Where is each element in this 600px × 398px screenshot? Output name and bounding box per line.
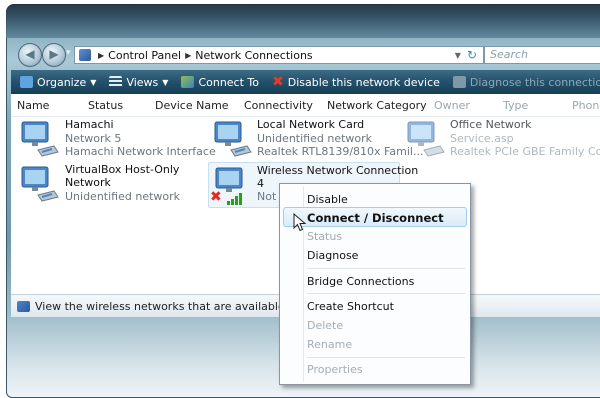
refresh-icon[interactable]: ↻ bbox=[467, 48, 477, 62]
mouse-cursor-icon bbox=[293, 213, 307, 232]
views-icon bbox=[109, 76, 123, 88]
organize-icon bbox=[20, 76, 33, 88]
menu-item-properties[interactable]: Properties bbox=[307, 363, 363, 376]
column-name[interactable]: Name bbox=[17, 99, 49, 112]
connect-to-label: Connect To bbox=[198, 75, 259, 89]
back-button[interactable]: ◀ bbox=[18, 43, 42, 67]
connection-network: Unidentified network bbox=[257, 132, 373, 145]
window-title-area bbox=[6, 4, 600, 38]
column-phone[interactable]: Phone bbox=[572, 99, 600, 112]
connection-title: Office Network bbox=[450, 118, 532, 131]
connection-item-local-network-card[interactable]: Local Network Card Unidentified network … bbox=[211, 118, 423, 164]
connection-title-line2: 4 bbox=[257, 177, 264, 190]
arrow-left-icon: ◀ bbox=[25, 47, 35, 61]
connection-device: Realtek RTL8139/810x Famil... bbox=[257, 145, 424, 158]
search-placeholder: Search bbox=[490, 48, 529, 61]
network-adapter-icon bbox=[214, 121, 252, 157]
column-status[interactable]: Status bbox=[88, 99, 123, 112]
connection-title: VirtualBox Host-Only bbox=[65, 163, 180, 176]
connection-status: Not bbox=[257, 190, 277, 203]
connection-network: Network 5 bbox=[65, 132, 122, 145]
menu-item-connect-disconnect[interactable]: Connect / Disconnect bbox=[307, 211, 444, 225]
connection-network: Service.asp bbox=[450, 132, 514, 145]
views-label: Views bbox=[126, 75, 159, 89]
breadcrumb-network-connections[interactable]: Network Connections bbox=[195, 49, 312, 62]
column-device-name[interactable]: Device Name bbox=[155, 99, 229, 112]
menu-separator bbox=[307, 268, 465, 269]
connection-item-virtualbox[interactable]: VirtualBox Host-Only Network Unidentifie… bbox=[18, 163, 198, 209]
views-button[interactable]: Views ▼ bbox=[109, 76, 168, 89]
menu-item-disable[interactable]: Disable bbox=[307, 193, 348, 206]
menu-separator bbox=[307, 293, 465, 294]
organize-label: Organize bbox=[37, 75, 87, 89]
network-adapter-icon bbox=[407, 121, 445, 157]
network-adapter-icon bbox=[21, 121, 59, 157]
disable-device-label: Disable this network device bbox=[287, 75, 440, 89]
connection-device: Realtek PCIe GBE Family Co... bbox=[450, 145, 600, 158]
network-adapter-icon bbox=[21, 166, 59, 202]
chevron-down-icon: ▼ bbox=[162, 77, 169, 87]
column-headers: Name Status Device Name Connectivity Net… bbox=[11, 98, 600, 117]
menu-item-status[interactable]: Status bbox=[307, 230, 342, 243]
connection-item-office-network[interactable]: Office Network Service.asp Realtek PCIe … bbox=[404, 118, 600, 164]
organize-button[interactable]: Organize ▼ bbox=[20, 76, 96, 89]
menu-separator bbox=[307, 357, 465, 358]
chevron-right-icon: ▶ bbox=[98, 50, 105, 60]
signal-bars-icon bbox=[227, 193, 242, 205]
diagnose-icon bbox=[452, 76, 466, 88]
recent-pages-dropdown[interactable]: ▾ bbox=[66, 48, 71, 58]
address-dropdown-icon[interactable]: ▼ bbox=[455, 51, 461, 60]
disable-device-button[interactable]: ✖ Disable this network device bbox=[272, 74, 440, 90]
connection-title: Wireless Network Connection bbox=[257, 164, 419, 177]
menu-item-bridge-connections[interactable]: Bridge Connections bbox=[307, 275, 414, 288]
command-bar: Organize ▼ Views ▼ Connect To ✖ Disable … bbox=[11, 70, 600, 94]
column-owner[interactable]: Owner bbox=[434, 99, 470, 112]
menu-item-delete[interactable]: Delete bbox=[307, 319, 343, 332]
connect-to-button[interactable]: Connect To bbox=[181, 76, 259, 89]
control-panel-icon bbox=[79, 49, 91, 61]
wireless-network-icon bbox=[17, 300, 30, 312]
connection-title: Hamachi bbox=[65, 118, 114, 131]
column-network-category[interactable]: Network Category bbox=[327, 99, 427, 112]
menu-item-create-shortcut[interactable]: Create Shortcut bbox=[307, 300, 394, 313]
search-input[interactable]: Search bbox=[484, 46, 600, 64]
connect-to-icon bbox=[181, 76, 195, 88]
arrow-right-icon: ▶ bbox=[49, 47, 59, 61]
connection-item-hamachi[interactable]: Hamachi Network 5 Hamachi Network Interf… bbox=[18, 118, 216, 164]
address-bar[interactable]: ▶ Control Panel ▶ Network Connections ▼ … bbox=[74, 46, 484, 64]
breadcrumb-control-panel[interactable]: Control Panel bbox=[108, 49, 181, 62]
chevron-down-icon: ▼ bbox=[90, 77, 97, 87]
column-connectivity[interactable]: Connectivity bbox=[244, 99, 313, 112]
column-type[interactable]: Type bbox=[503, 99, 528, 112]
red-x-icon: ✖ bbox=[210, 189, 222, 205]
red-x-icon: ✖ bbox=[272, 74, 284, 90]
forward-button[interactable]: ▶ bbox=[42, 43, 66, 67]
chevron-right-icon: ▶ bbox=[185, 50, 192, 60]
connection-device: Hamachi Network Interface bbox=[65, 145, 216, 158]
connection-title-line2: Network bbox=[65, 176, 111, 189]
connection-network: Unidentified network bbox=[65, 190, 181, 203]
menu-item-diagnose[interactable]: Diagnose bbox=[307, 249, 358, 262]
diagnose-label: Diagnose this connection bbox=[469, 75, 600, 89]
context-menu: Disable Connect / Disconnect Status Diag… bbox=[279, 183, 471, 385]
menu-item-rename[interactable]: Rename bbox=[307, 338, 352, 351]
diagnose-button[interactable]: Diagnose this connection » bbox=[452, 75, 600, 89]
connection-title: Local Network Card bbox=[257, 118, 365, 131]
